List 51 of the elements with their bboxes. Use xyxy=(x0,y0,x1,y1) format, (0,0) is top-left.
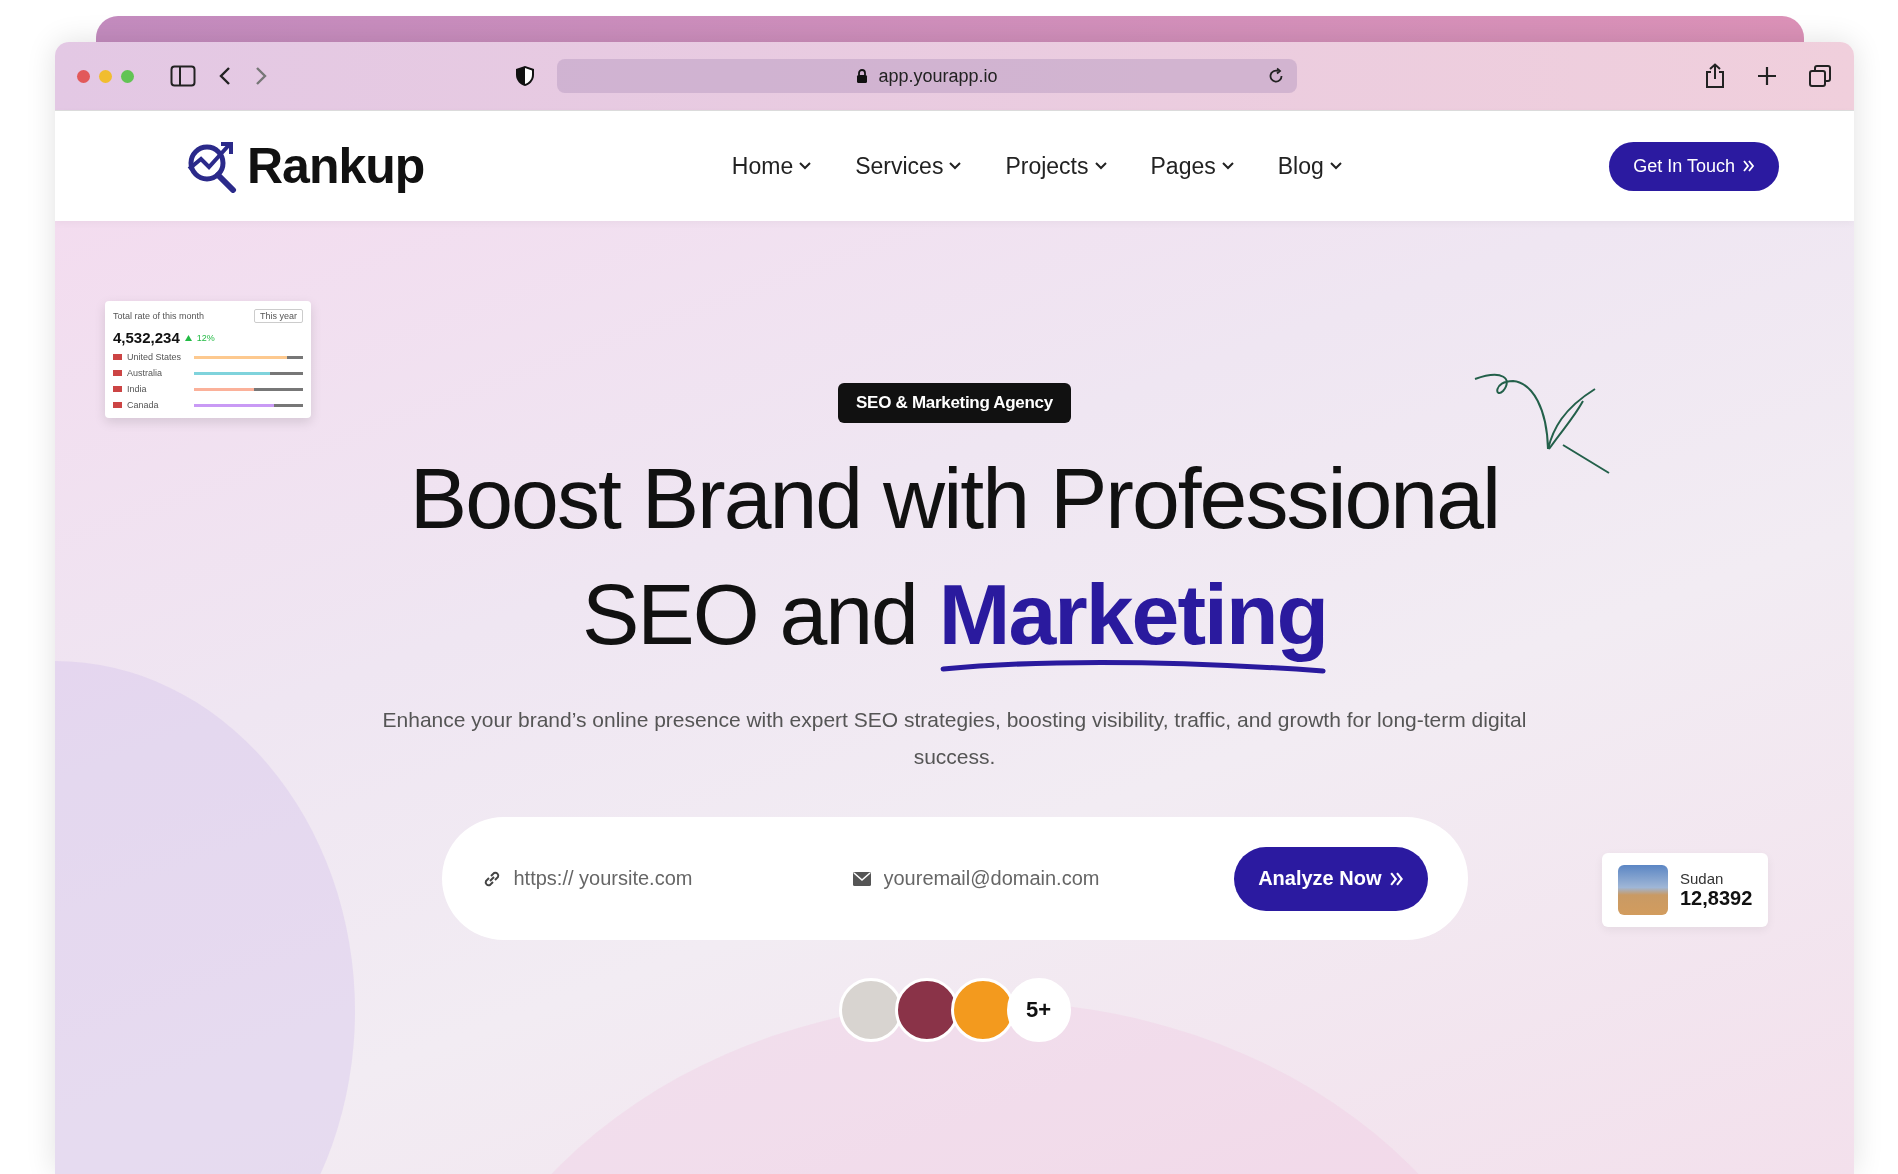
agency-badge: SEO & Marketing Agency xyxy=(838,383,1071,423)
stats-total: 4,532,234 xyxy=(113,329,180,346)
address-bar[interactable]: app.yourapp.io xyxy=(557,59,1297,93)
back-icon[interactable] xyxy=(218,66,232,86)
country-name: India xyxy=(127,384,148,394)
sidebar-icon[interactable] xyxy=(170,65,196,87)
up-arrow-icon xyxy=(184,334,192,341)
nav-link[interactable]: Blog xyxy=(1277,152,1342,180)
nav-link[interactable]: Projects xyxy=(1005,152,1107,180)
nav-link[interactable]: Services xyxy=(855,152,962,180)
hero-title-highlight: Marketing xyxy=(938,559,1328,675)
stats-title: Total rate of this month xyxy=(113,311,205,321)
period-dropdown[interactable]: This year xyxy=(254,309,303,323)
tabs-overview-icon[interactable] xyxy=(1808,64,1832,88)
chevron-down-icon xyxy=(1221,162,1234,170)
hero-title: Boost Brand with Professional xyxy=(409,449,1500,548)
share-icon[interactable] xyxy=(1704,63,1726,89)
country-name: Australia xyxy=(127,368,163,378)
chevron-down-icon xyxy=(799,162,812,170)
get-in-touch-button[interactable]: Get In Touch xyxy=(1609,141,1779,191)
flag-icon xyxy=(113,402,122,408)
stats-change: 12% xyxy=(196,332,215,343)
location-value: 12,8392 xyxy=(1680,887,1753,910)
flag-icon xyxy=(113,370,122,376)
double-chevron-icon xyxy=(1743,160,1755,172)
envelope-icon xyxy=(851,870,872,887)
reload-icon[interactable] xyxy=(1267,67,1285,85)
country-name: Canada xyxy=(127,400,160,410)
location-name: Sudan xyxy=(1680,870,1725,887)
hero-subtitle: Enhance your brand’s online presence with expert SEO strategies, boosting visibility, traffic, and growth for long-term digital success. xyxy=(381,707,1528,770)
website-url-field[interactable]: https:// yoursite.com xyxy=(481,866,832,891)
chevron-down-icon xyxy=(1329,162,1342,170)
email-field[interactable]: youremail@domain.com xyxy=(851,866,1202,891)
chevron-down-icon xyxy=(949,162,962,170)
double-chevron-icon xyxy=(1389,871,1404,886)
shield-icon[interactable] xyxy=(515,65,535,87)
flag-icon xyxy=(113,354,122,360)
hero-title: SEO and xyxy=(581,566,917,662)
lock-icon xyxy=(856,68,869,84)
nav-link[interactable]: Home xyxy=(731,152,812,180)
forward-icon[interactable] xyxy=(254,66,268,86)
chevron-down-icon xyxy=(1094,162,1107,170)
logo-text[interactable]: Rankup xyxy=(247,137,425,195)
country-name: United States xyxy=(127,352,183,362)
new-tab-icon[interactable] xyxy=(1756,65,1778,87)
flag-icon xyxy=(113,386,122,392)
nav-link[interactable]: Pages xyxy=(1150,152,1234,180)
more-count: 5+ xyxy=(1006,978,1071,1042)
analyze-now-button[interactable]: Analyze Now xyxy=(1234,846,1428,911)
url-text: app.yourapp.io xyxy=(878,65,998,87)
photo-placeholder xyxy=(1618,865,1668,915)
